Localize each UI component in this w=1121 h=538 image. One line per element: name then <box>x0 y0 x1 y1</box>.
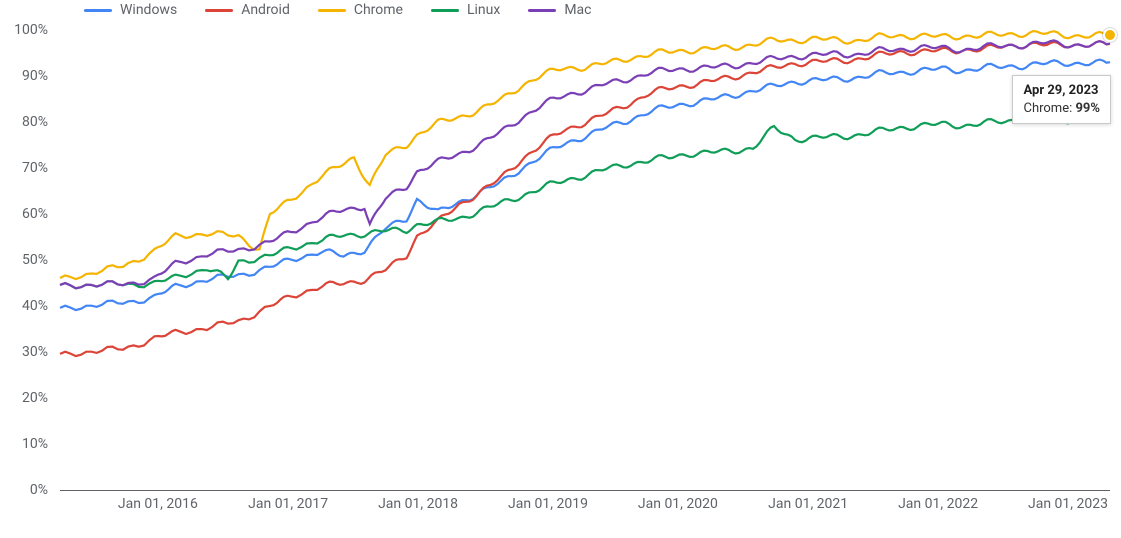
x-tick: Jan 01, 2022 <box>898 496 978 512</box>
x-tick: Jan 01, 2021 <box>768 496 848 512</box>
legend-swatch <box>528 9 556 12</box>
plot-area[interactable] <box>60 30 1110 490</box>
tooltip-value: 99% <box>1075 101 1100 116</box>
x-tick: Jan 01, 2017 <box>248 496 328 512</box>
x-tick: Jan 01, 2020 <box>638 496 718 512</box>
legend-swatch <box>84 9 112 12</box>
series-line-android <box>60 41 1110 356</box>
series-line-windows <box>60 60 1110 311</box>
legend-swatch <box>205 9 233 12</box>
x-tick: Jan 01, 2023 <box>1028 496 1108 512</box>
series-line-linux <box>60 115 1110 288</box>
x-tick: Jan 01, 2019 <box>508 496 588 512</box>
y-tick: 20% <box>0 390 48 406</box>
legend-item-windows[interactable]: Windows <box>84 2 177 18</box>
legend-label: Chrome <box>354 2 403 18</box>
legend-label: Linux <box>467 2 500 18</box>
y-tick: 60% <box>0 206 48 222</box>
y-axis: 0%10%20%30%40%50%60%70%80%90%100% <box>0 30 56 490</box>
legend-label: Mac <box>564 2 591 18</box>
legend-swatch <box>318 9 346 12</box>
x-axis-line <box>60 490 1110 491</box>
legend-item-android[interactable]: Android <box>205 2 290 18</box>
y-tick: 80% <box>0 114 48 130</box>
x-tick: Jan 01, 2016 <box>118 496 198 512</box>
tooltip-date: Apr 29, 2023 <box>1023 83 1098 98</box>
y-tick: 30% <box>0 344 48 360</box>
legend-label: Android <box>241 2 290 18</box>
legend: Windows Android Chrome Linux Mac <box>84 2 591 18</box>
legend-label: Windows <box>120 2 177 18</box>
legend-item-chrome[interactable]: Chrome <box>318 2 403 18</box>
tooltip-marker <box>1103 28 1117 42</box>
y-tick: 0% <box>0 482 48 498</box>
series-line-mac <box>60 40 1110 288</box>
legend-item-linux[interactable]: Linux <box>431 2 500 18</box>
series-line-chrome <box>60 31 1110 279</box>
legend-swatch <box>431 9 459 12</box>
y-tick: 90% <box>0 68 48 84</box>
y-tick: 50% <box>0 252 48 268</box>
y-tick: 100% <box>0 22 48 38</box>
tooltip-series-label: Chrome: <box>1023 101 1075 116</box>
plot-svg <box>60 30 1110 490</box>
legend-item-mac[interactable]: Mac <box>528 2 591 18</box>
tooltip: Apr 29, 2023 Chrome: 99% <box>1012 75 1111 124</box>
x-tick: Jan 01, 2018 <box>378 496 458 512</box>
y-tick: 70% <box>0 160 48 176</box>
y-tick: 10% <box>0 436 48 452</box>
chart: Windows Android Chrome Linux Mac 0% 10% 20% 30%… <box>0 0 1121 538</box>
y-tick: 40% <box>0 298 48 314</box>
x-axis: Jan 01, 2016 Jan 01, 2017 Jan 01, 2018 Jan … <box>60 496 1110 516</box>
